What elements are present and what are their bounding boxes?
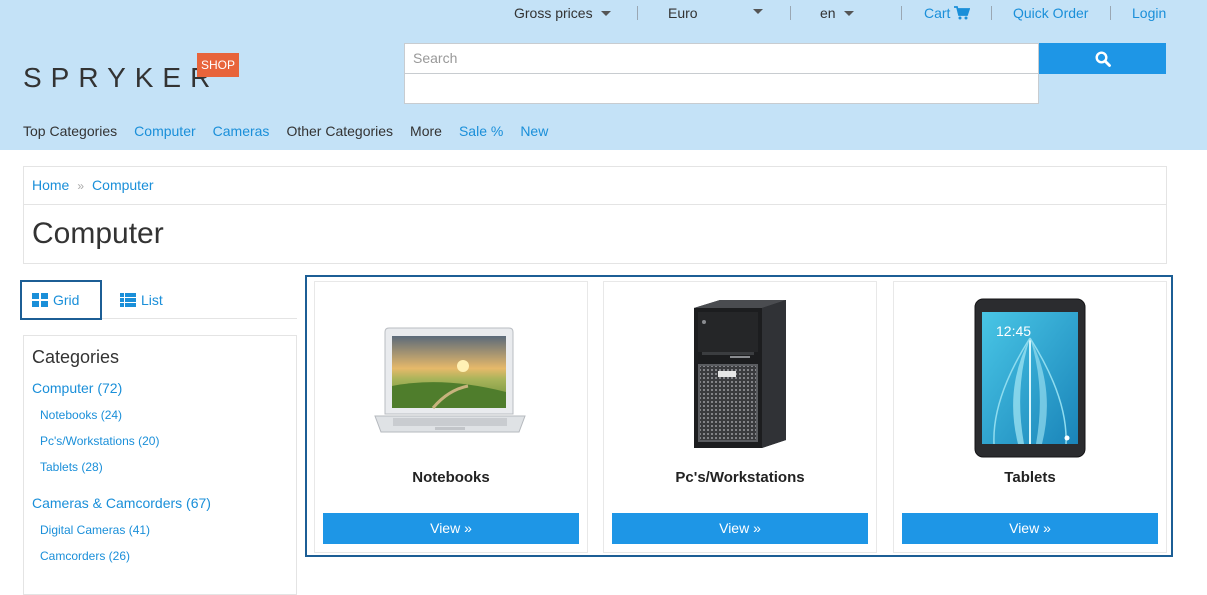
breadcrumb: Home » Computer bbox=[32, 177, 154, 193]
view-notebooks-button[interactable]: View » bbox=[323, 513, 579, 544]
list-view-label: List bbox=[141, 291, 163, 308]
categories-panel: Categories Computer (72) Notebooks (24) … bbox=[23, 335, 297, 595]
categories-title: Categories bbox=[32, 347, 120, 367]
quick-order-link[interactable]: Quick Order bbox=[1013, 4, 1088, 22]
shop-badge: SHOP bbox=[197, 53, 239, 77]
nav-item-more[interactable]: More bbox=[410, 123, 442, 139]
breadcrumb-home[interactable]: Home bbox=[32, 177, 69, 193]
category-notebooks[interactable]: Notebooks (24) bbox=[40, 408, 122, 422]
divider bbox=[24, 204, 1166, 205]
page-title: Computer bbox=[32, 217, 164, 250]
view-toggle: Grid List bbox=[20, 280, 297, 320]
tablet-clock: 12:45 bbox=[996, 323, 1031, 339]
nav-item-sale[interactable]: Sale % bbox=[459, 123, 503, 139]
chevron-down-icon bbox=[843, 10, 854, 16]
grid-icon bbox=[32, 293, 48, 307]
language-select[interactable]: en bbox=[820, 4, 854, 22]
laptop-image bbox=[374, 327, 526, 433]
breadcrumb-separator-icon: » bbox=[77, 179, 85, 193]
topbar-divider bbox=[790, 6, 791, 20]
product-card-notebooks[interactable]: Notebooks View » bbox=[314, 281, 588, 553]
currency-select[interactable]: Euro bbox=[668, 4, 763, 22]
category-tablets[interactable]: Tablets (28) bbox=[40, 460, 103, 474]
grid-view-button[interactable]: Grid bbox=[20, 280, 102, 320]
price-mode-label: Gross prices bbox=[514, 5, 593, 21]
tablet-image: 12:45 bbox=[974, 298, 1086, 458]
category-cameras-camcorders[interactable]: Cameras & Camcorders (67) bbox=[32, 495, 211, 511]
main-navigation: Top Categories Computer Cameras Other Categ… bbox=[23, 122, 565, 140]
list-view-button[interactable]: List bbox=[120, 280, 210, 319]
search-input[interactable]: Search bbox=[404, 43, 1039, 74]
topbar-divider bbox=[1110, 6, 1111, 20]
cart-label: Cart bbox=[924, 5, 951, 21]
search-suggestions-box bbox=[404, 73, 1039, 104]
topbar-divider bbox=[991, 6, 992, 20]
chevron-down-icon bbox=[600, 10, 611, 16]
product-card-pcs-workstations[interactable]: Pc's/Workstations View » bbox=[603, 281, 877, 553]
category-digital-cameras[interactable]: Digital Cameras (41) bbox=[40, 523, 150, 537]
product-name[interactable]: Tablets bbox=[894, 469, 1166, 486]
site-header: Gross prices Euro en Cart Quick Order Lo… bbox=[0, 0, 1207, 150]
cart-link[interactable]: Cart bbox=[924, 4, 971, 22]
cart-icon bbox=[954, 6, 971, 20]
view-pcs-workstations-button[interactable]: View » bbox=[612, 513, 868, 544]
topbar-divider bbox=[901, 6, 902, 20]
page-heading-box: Home » Computer Computer bbox=[23, 166, 1167, 264]
nav-item-computer[interactable]: Computer bbox=[134, 123, 195, 139]
login-link[interactable]: Login bbox=[1132, 4, 1166, 22]
list-icon bbox=[120, 292, 136, 307]
nav-item-top-categories[interactable]: Top Categories bbox=[23, 123, 117, 139]
language-label: en bbox=[820, 5, 836, 21]
nav-item-cameras[interactable]: Cameras bbox=[213, 123, 270, 139]
grid-view-label: Grid bbox=[53, 292, 80, 308]
product-grid: Notebooks View » Pc's/Workstations View … bbox=[305, 275, 1173, 557]
chevron-down-icon bbox=[753, 9, 763, 14]
category-camcorders[interactable]: Camcorders (26) bbox=[40, 549, 130, 563]
currency-label: Euro bbox=[668, 5, 698, 21]
nav-item-other-categories[interactable]: Other Categories bbox=[286, 123, 393, 139]
desktop-tower-image bbox=[694, 300, 786, 448]
product-card-tablets[interactable]: 12:45 Tablets View » bbox=[893, 281, 1167, 553]
search-icon bbox=[1094, 50, 1111, 67]
breadcrumb-current[interactable]: Computer bbox=[92, 177, 153, 193]
search-button[interactable] bbox=[1039, 43, 1166, 74]
product-name[interactable]: Pc's/Workstations bbox=[604, 469, 876, 486]
view-tablets-button[interactable]: View » bbox=[902, 513, 1158, 544]
price-mode-select[interactable]: Gross prices bbox=[514, 4, 611, 22]
category-computer[interactable]: Computer (72) bbox=[32, 380, 122, 396]
category-pcs-workstations[interactable]: Pc's/Workstations (20) bbox=[40, 434, 159, 448]
spryker-logo[interactable]: SPRYKER bbox=[23, 62, 219, 94]
nav-item-new[interactable]: New bbox=[520, 123, 548, 139]
product-name[interactable]: Notebooks bbox=[315, 469, 587, 486]
topbar-divider bbox=[637, 6, 638, 20]
